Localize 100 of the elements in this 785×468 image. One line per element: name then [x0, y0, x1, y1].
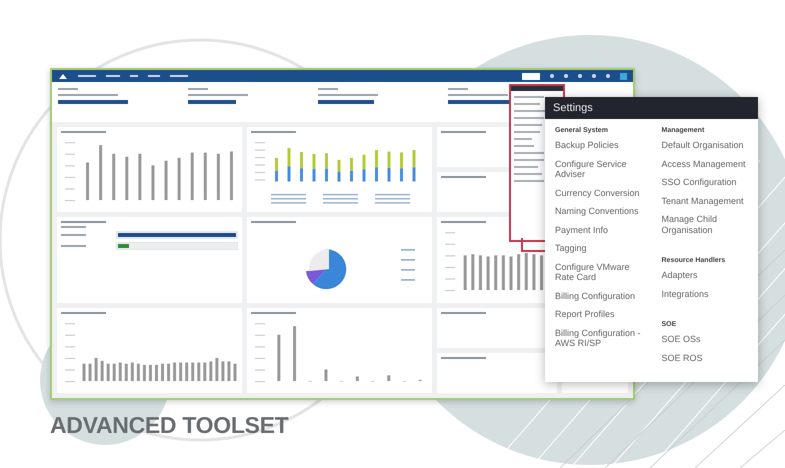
- axis-tick-label: [445, 278, 456, 280]
- chart-bar: [277, 334, 280, 381]
- chart-bar: [136, 363, 140, 381]
- budget-label-line: [61, 234, 86, 236]
- chart-bar: [151, 165, 154, 200]
- filter-label-line: [188, 88, 208, 90]
- chart-bar: [173, 362, 176, 381]
- settings-menu-item[interactable]: Billing Configuration: [555, 290, 652, 301]
- toolbar-dot-icon[interactable]: [564, 74, 568, 78]
- chart-bar: [138, 154, 142, 200]
- chart-bar: [112, 154, 116, 200]
- chart-bar: [94, 358, 98, 381]
- filter-label-line: [318, 88, 338, 90]
- settings-menu-item[interactable]: Billing Configuration - AWS RI/SP: [555, 328, 652, 348]
- toolbar-dot-icon[interactable]: [592, 74, 596, 78]
- filter-select-line[interactable]: [58, 94, 118, 96]
- chart-bar: [502, 256, 505, 290]
- chart-bar: [118, 362, 122, 381]
- settings-menu-item[interactable]: Tagging: [555, 243, 652, 254]
- toolbar-dot-icon[interactable]: [606, 74, 610, 78]
- chart-bar: [540, 256, 544, 290]
- chart-bar: [233, 363, 236, 381]
- chart-bar: [130, 362, 134, 381]
- card-title-bar: [251, 221, 296, 224]
- chart-bar: [190, 152, 194, 200]
- filter-select-line[interactable]: [448, 94, 508, 96]
- chart-bar: [161, 363, 164, 381]
- chart-bar: [86, 162, 90, 200]
- settings-menu-item[interactable]: Adapters: [662, 270, 758, 280]
- toolbar-dot-icon[interactable]: [578, 74, 582, 78]
- chart-bar: [112, 363, 116, 381]
- chart-bar: [167, 363, 170, 381]
- chart-bar: [464, 256, 467, 290]
- dropdown-header-bar: [511, 86, 563, 91]
- card-title-bar: [441, 356, 486, 359]
- settings-menu-item[interactable]: Naming Conventions: [555, 206, 652, 216]
- toolbar-dot-icon[interactable]: [550, 74, 554, 78]
- chart-bar: [124, 363, 128, 381]
- chart-bar: [215, 358, 218, 381]
- settings-menu-item[interactable]: Configure VMware Rate Card: [555, 262, 652, 282]
- axis-tick-label: [445, 232, 456, 234]
- filter-chip[interactable]: [58, 100, 128, 104]
- budget-label-line: [61, 245, 86, 248]
- settings-menu-item[interactable]: SSO Configuration: [662, 177, 758, 188]
- settings-menu-item[interactable]: Report Profiles: [555, 309, 652, 320]
- search-field[interactable]: [522, 72, 540, 80]
- chart-bar: [293, 326, 296, 381]
- chart-bar: [191, 362, 194, 381]
- settings-menu-title: Settings: [545, 97, 758, 119]
- chart-bar: [494, 256, 498, 290]
- settings-menu-item[interactable]: SOE OSs: [662, 334, 758, 344]
- chart-bar: [524, 253, 528, 290]
- chart-bar: [164, 160, 168, 200]
- chart-bar: [100, 360, 104, 381]
- chart-bar: [387, 374, 390, 381]
- chart-bar: [197, 362, 200, 381]
- chart-bar: [125, 156, 128, 200]
- chart-bar: [509, 256, 513, 290]
- filter-chip[interactable]: [448, 100, 512, 104]
- card-title-bar: [61, 221, 106, 224]
- user-avatar-icon[interactable]: [620, 72, 627, 80]
- chart-bar: [230, 151, 233, 200]
- chart-bar: [216, 154, 220, 200]
- chart-bar: [471, 254, 474, 290]
- chart-bar: [532, 254, 536, 290]
- axis-tick-label: [445, 256, 456, 257]
- filter-label-line: [448, 88, 468, 90]
- chart-bar: [185, 362, 188, 381]
- filter-chip[interactable]: [318, 100, 374, 104]
- chart-bar: [324, 369, 328, 381]
- axis-tick-label: [445, 290, 456, 292]
- card-title-bar: [441, 221, 486, 224]
- settings-menu-item[interactable]: Access Management: [662, 158, 758, 169]
- settings-menu-item[interactable]: Payment Info: [555, 224, 652, 235]
- filter-select-line[interactable]: [318, 94, 378, 96]
- chart-bar: [221, 361, 224, 381]
- chart-bar: [227, 361, 230, 381]
- settings-menu-item[interactable]: Backup Policies: [555, 140, 652, 150]
- chart-bar: [88, 363, 92, 381]
- card-title-bar: [61, 312, 106, 314]
- chart-bar: [209, 361, 212, 381]
- settings-menu-item[interactable]: Tenant Management: [662, 196, 758, 206]
- settings-menu-item[interactable]: Configure Service Adviser: [555, 158, 652, 180]
- chart-bar: [203, 362, 206, 381]
- chart-bar: [486, 256, 490, 290]
- dropdown-item-line[interactable]: [514, 110, 548, 112]
- settings-menu-item[interactable]: Manage Child Organisation: [662, 214, 758, 235]
- card-title-bar: [441, 176, 486, 178]
- budget-label-line: [61, 226, 86, 228]
- chart-bar: [356, 376, 359, 381]
- settings-menu-item[interactable]: Integrations: [662, 288, 758, 299]
- chart-bar: [478, 256, 482, 290]
- settings-menu-item[interactable]: Currency Conversion: [555, 188, 652, 198]
- chart-bar: [106, 363, 110, 381]
- chart-bar: [99, 145, 102, 200]
- filter-select-line[interactable]: [188, 94, 248, 96]
- settings-menu-item[interactable]: Default Organisation: [662, 140, 758, 150]
- chart-bar: [82, 363, 86, 381]
- filter-chip[interactable]: [188, 100, 236, 104]
- settings-menu-item[interactable]: SOE ROS: [662, 352, 758, 363]
